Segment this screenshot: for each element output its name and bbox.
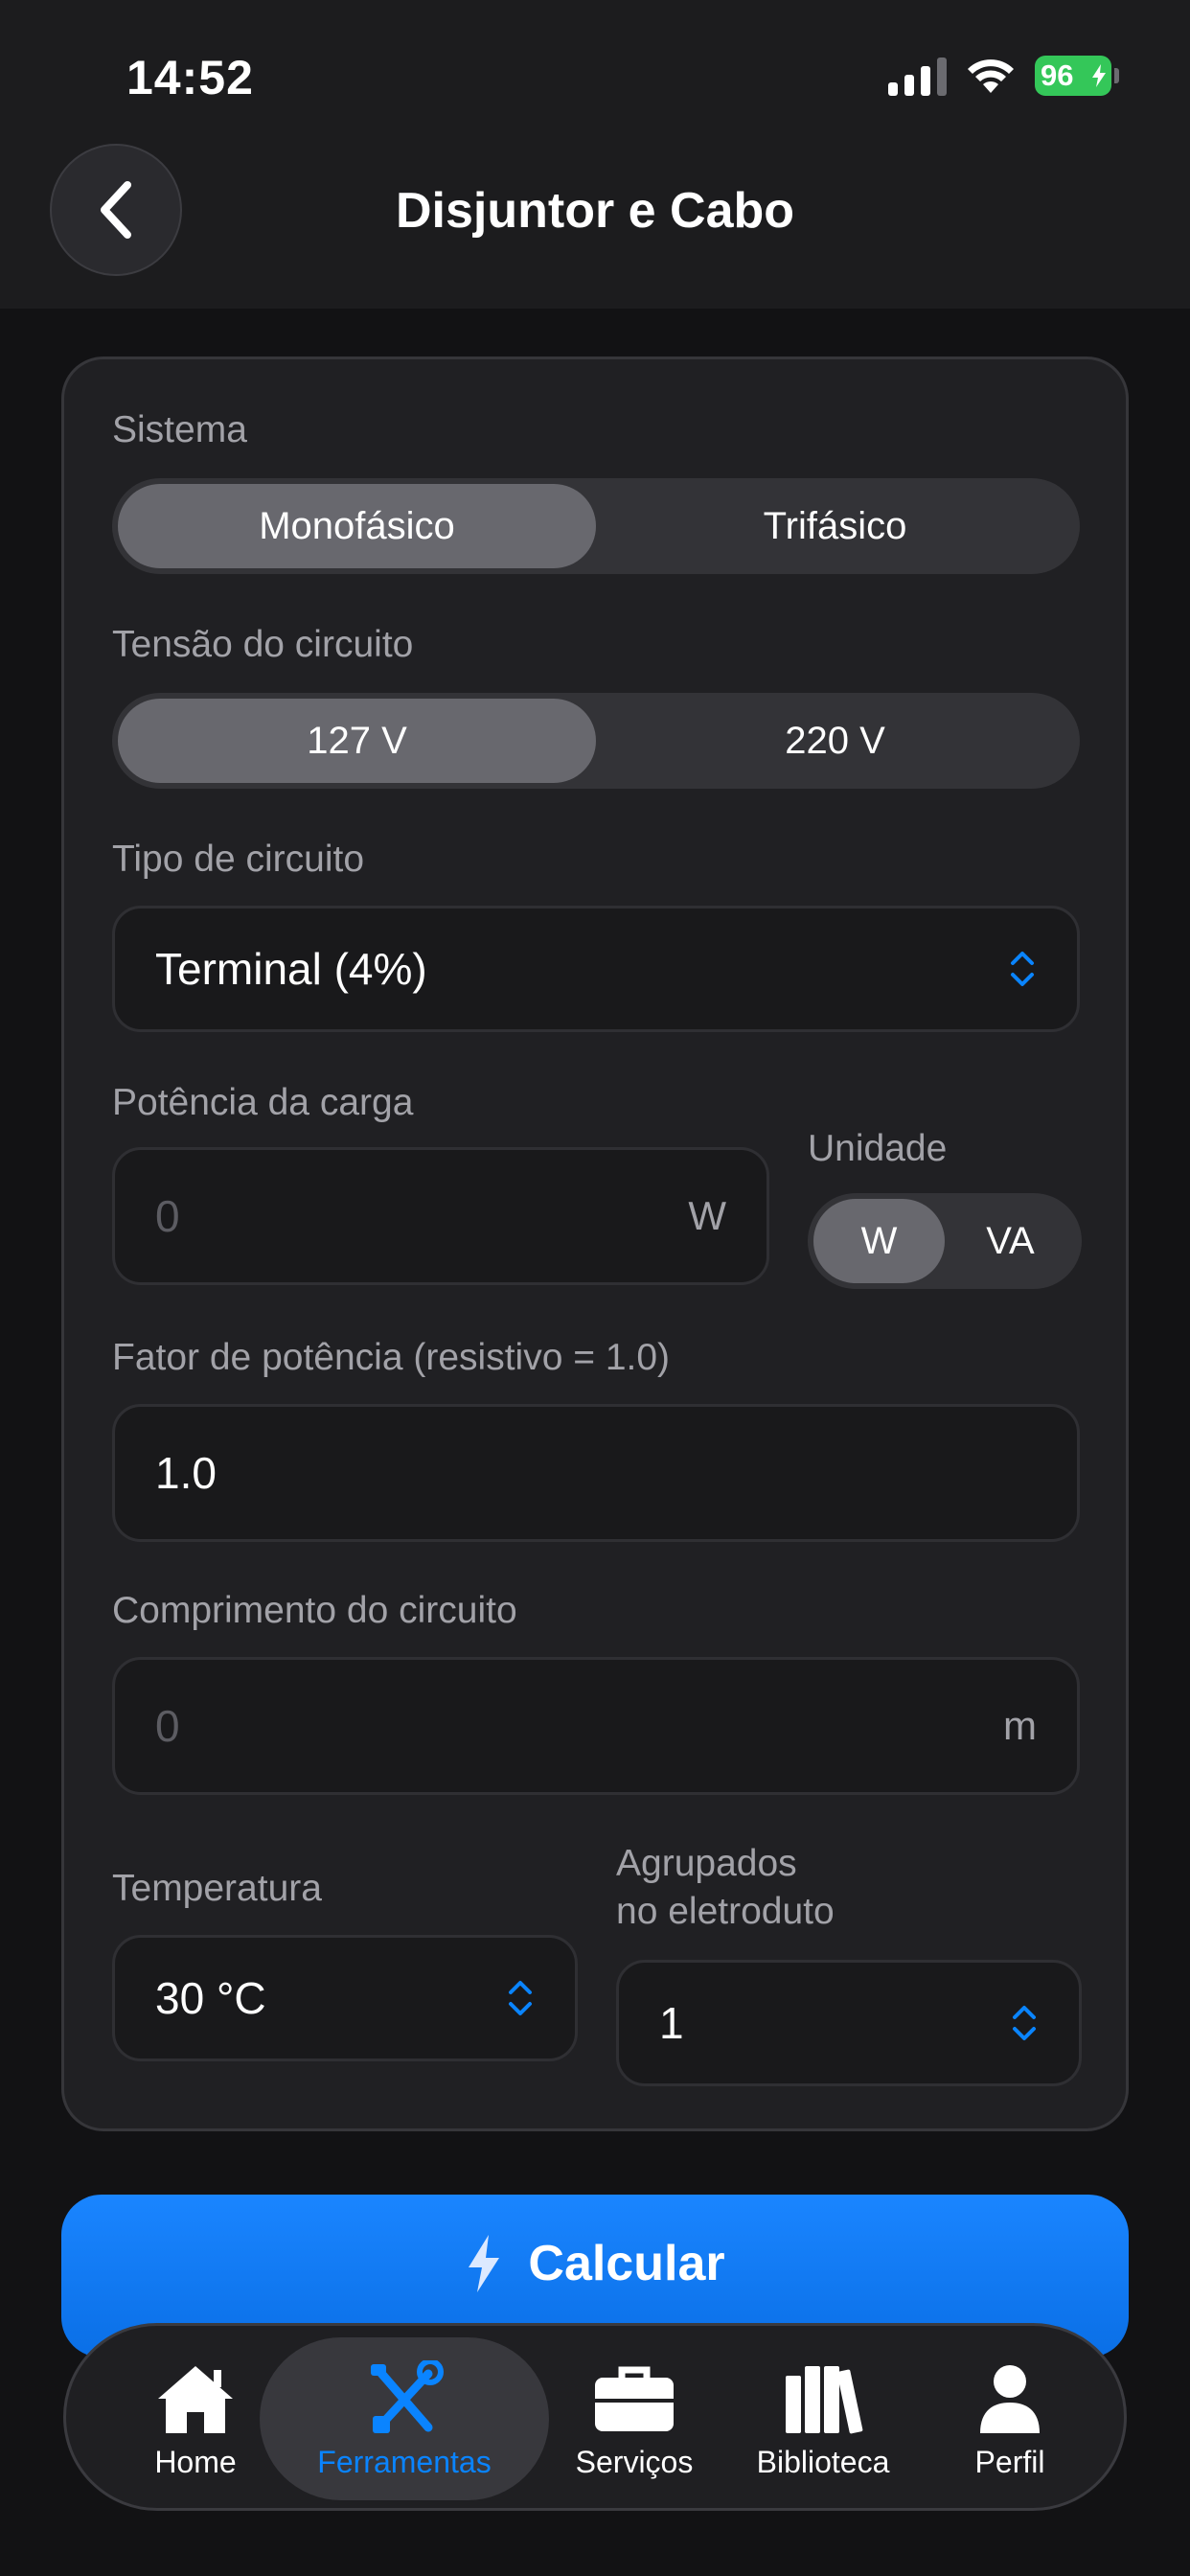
unidade-label: Unidade — [808, 1128, 948, 1169]
agrupados-select[interactable]: 1 — [616, 1960, 1082, 2086]
chevron-up-down-icon — [509, 1981, 532, 2015]
header: 14:52 96 Disjuntor e Cabo — [0, 0, 1190, 309]
comprimento-unit: m — [1003, 1703, 1037, 1748]
temperatura-label: Temperatura — [112, 1868, 322, 1909]
unidade-option-w[interactable]: W — [813, 1199, 945, 1283]
tensao-option-127[interactable]: 127 V — [118, 699, 596, 783]
tab-ferramentas[interactable]: Ferramentas — [269, 2326, 539, 2514]
tab-biblioteca-label: Biblioteca — [756, 2444, 890, 2479]
battery-level: 96 — [1041, 58, 1074, 92]
temperatura-select[interactable]: 30 °C — [112, 1935, 578, 2061]
tipo-circuito-label: Tipo de circuito — [112, 839, 365, 880]
tab-biblioteca[interactable]: Biblioteca — [727, 2326, 919, 2514]
sistema-option-monofasico[interactable]: Monofásico — [118, 484, 596, 568]
house-icon — [158, 2365, 233, 2433]
calculator-form-card: Sistema Monofásico Trifásico Tensão do c… — [61, 356, 1129, 2131]
bolt-icon — [469, 2235, 500, 2292]
temperatura-value: 30 °C — [155, 1973, 266, 2023]
tipo-circuito-value: Terminal (4%) — [155, 944, 427, 994]
tipo-circuito-select[interactable]: Terminal (4%) — [112, 906, 1080, 1032]
page-title: Disjuntor e Cabo — [395, 183, 795, 239]
sistema-option-trifasico[interactable]: Trifásico — [596, 484, 1074, 568]
unidade-option-va[interactable]: VA — [945, 1199, 1076, 1283]
tab-bar: Home Ferramentas Serviços Biblioteca Per… — [63, 2323, 1127, 2511]
fator-label: Fator de potência (resistivo = 1.0) — [112, 1337, 671, 1378]
agrupados-label-line2: no eletroduto — [616, 1891, 835, 1932]
tensao-segmented-control: 127 V 220 V — [112, 693, 1080, 789]
tab-servicos[interactable]: Serviços — [543, 2326, 725, 2514]
potencia-unit: W — [688, 1193, 726, 1238]
status-time: 14:52 — [126, 51, 254, 104]
tab-ferramentas-label: Ferramentas — [317, 2444, 492, 2479]
fator-value: 1.0 — [155, 1448, 217, 1498]
sistema-label: Sistema — [112, 409, 247, 450]
tab-perfil-label: Perfil — [974, 2444, 1045, 2479]
tab-servicos-label: Serviços — [575, 2444, 694, 2479]
unidade-segmented-control: W VA — [808, 1193, 1082, 1289]
tensao-option-220[interactable]: 220 V — [596, 699, 1074, 783]
tools-icon — [371, 2359, 444, 2433]
comprimento-label: Comprimento do circuito — [112, 1590, 517, 1631]
tab-perfil[interactable]: Perfil — [919, 2326, 1101, 2514]
comprimento-input[interactable]: 0 m — [112, 1657, 1080, 1795]
briefcase-icon — [595, 2366, 674, 2431]
tab-home[interactable]: Home — [104, 2326, 286, 2514]
cellular-signal-icon — [888, 56, 947, 96]
chevron-up-down-icon — [1013, 2006, 1036, 2040]
agrupados-label-line1: Agrupados — [616, 1843, 797, 1884]
battery-indicator: 96 — [1035, 56, 1119, 96]
status-icons: 96 — [888, 56, 1119, 96]
books-icon — [786, 2365, 863, 2433]
potencia-label: Potência da carga — [112, 1082, 414, 1123]
charging-bolt-icon — [1092, 64, 1106, 87]
tab-home-label: Home — [154, 2444, 237, 2479]
chevron-up-down-icon — [1011, 952, 1034, 986]
tensao-label: Tensão do circuito — [112, 624, 414, 665]
person-icon — [980, 2364, 1040, 2433]
potencia-input[interactable]: 0 W — [112, 1147, 769, 1285]
fator-input[interactable]: 1.0 — [112, 1404, 1080, 1542]
wifi-icon — [968, 59, 1014, 93]
potencia-placeholder: 0 — [155, 1191, 180, 1241]
agrupados-value: 1 — [659, 1998, 684, 2048]
sistema-segmented-control: Monofásico Trifásico — [112, 478, 1080, 574]
comprimento-placeholder: 0 — [155, 1701, 180, 1751]
